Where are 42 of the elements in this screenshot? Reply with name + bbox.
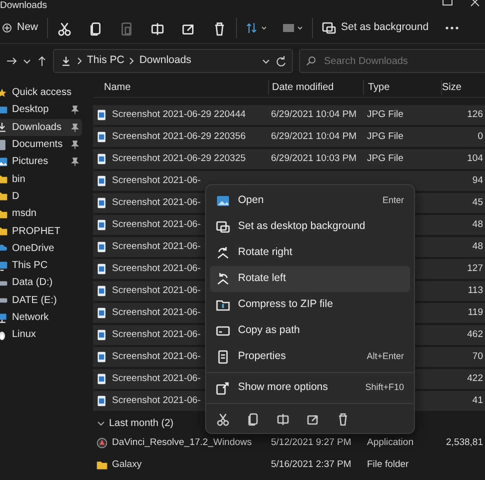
window-title: Downloads xyxy=(0,0,47,11)
file-size: 41 xyxy=(472,394,483,406)
date-modified: 6/29/2021 10:04 PM xyxy=(271,108,357,120)
file-type: JPG File xyxy=(367,108,404,120)
file-name: Screenshot 2021-06- xyxy=(112,240,201,254)
file-name: Screenshot 2021-06-29 220325 xyxy=(112,152,246,166)
file-name: Screenshot 2021-06- xyxy=(112,328,201,342)
file-name: Galaxy xyxy=(112,458,142,472)
file-name: Screenshot 2021-06- xyxy=(112,284,201,298)
file-name: Screenshot 2021-06-29 220444 xyxy=(112,108,246,122)
date-modified: 5/12/2021 9:27 PM xyxy=(271,436,352,448)
file-size: 45 xyxy=(472,196,483,208)
file-size: 0 xyxy=(478,130,483,142)
file-size: 48 xyxy=(472,218,483,230)
file-type: JPG File xyxy=(367,130,404,142)
file-size: 2,538,81 xyxy=(446,436,483,448)
file-size: 422 xyxy=(467,372,483,384)
date-modified: 5/16/2021 2:37 PM xyxy=(271,458,352,470)
file-name: DaVinci_Resolve_17.2_Windows xyxy=(112,436,252,450)
file-type: JPG File xyxy=(367,152,404,164)
file-name: Screenshot 2021-06- xyxy=(112,394,201,408)
file-name: Screenshot 2021-06- xyxy=(112,372,201,386)
file-name: Screenshot 2021-06- xyxy=(112,218,201,232)
file-name: Screenshot 2021-06- xyxy=(112,262,201,276)
file-name: Screenshot 2021-06-29 220356 xyxy=(112,130,246,144)
file-size: 104 xyxy=(467,152,483,164)
file-type: File folder xyxy=(367,458,409,470)
file-size: 94 xyxy=(472,174,483,186)
file-size: 48 xyxy=(472,240,483,252)
file-size: 127 xyxy=(467,262,483,274)
file-size: 462 xyxy=(467,328,483,340)
file-size: 119 xyxy=(468,306,483,318)
file-size: 113 xyxy=(468,284,483,296)
date-modified: 6/29/2021 10:03 PM xyxy=(271,152,357,164)
file-name: Screenshot 2021-06- xyxy=(112,196,201,210)
file-name: Screenshot 2021-06- xyxy=(112,306,201,320)
file-size: 70 xyxy=(472,350,483,362)
date-modified: 6/29/2021 10:04 PM xyxy=(271,130,357,142)
file-name: Screenshot 2021-06- xyxy=(112,350,201,364)
file-name: Screenshot 2021-06- xyxy=(112,174,201,188)
file-size: 126 xyxy=(467,108,483,120)
file-type: Application xyxy=(367,436,414,448)
